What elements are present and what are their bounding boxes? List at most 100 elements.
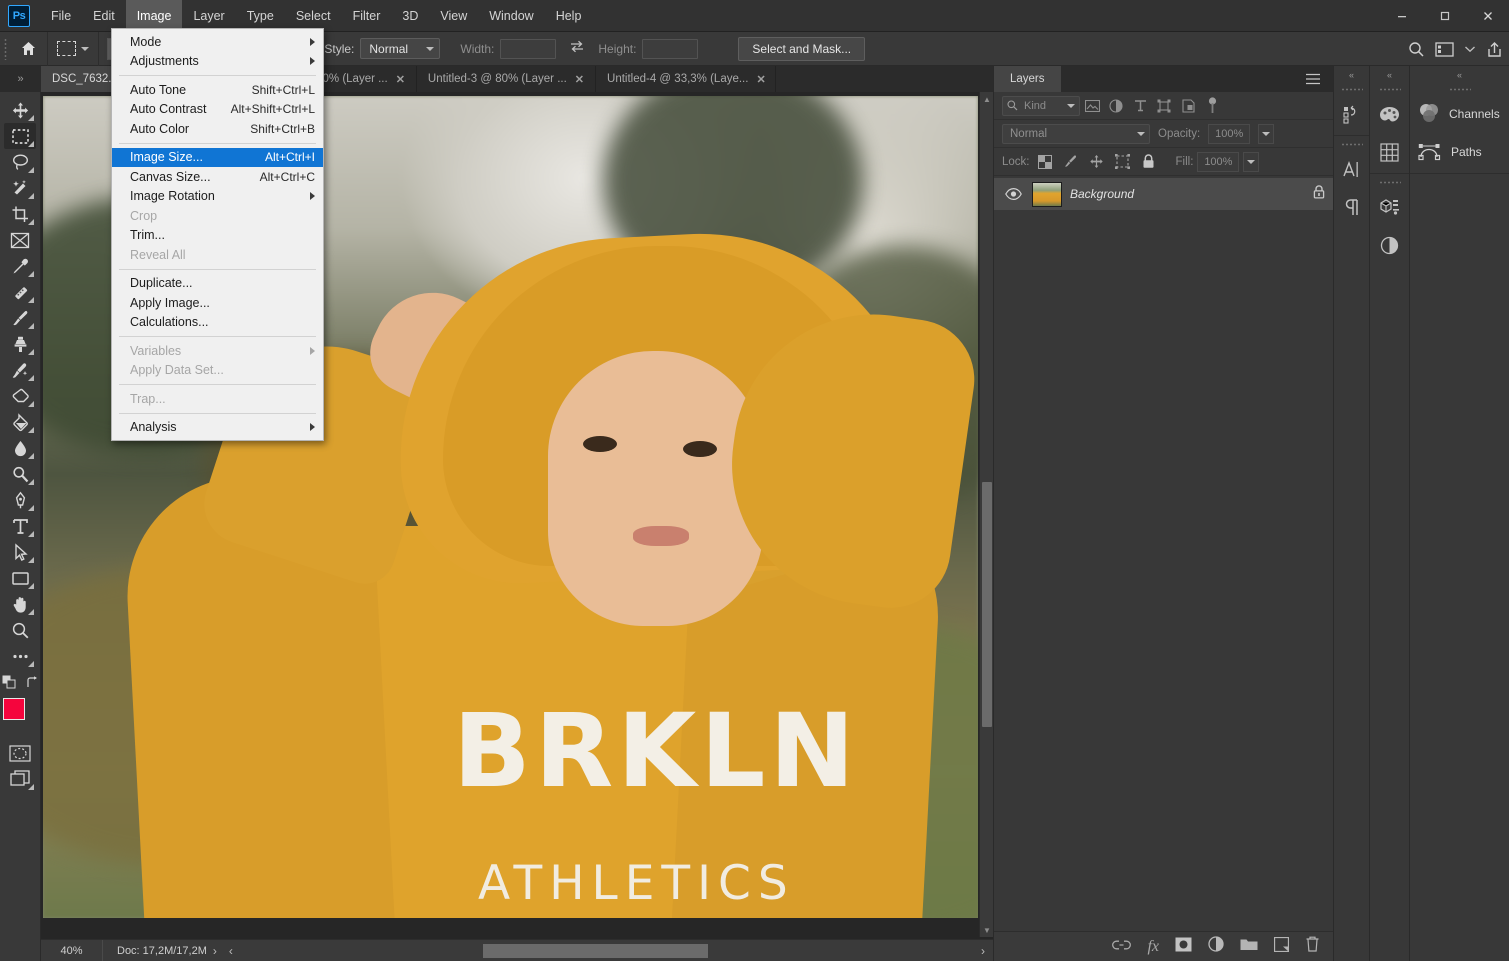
lock-artboard-nesting-icon[interactable] (1112, 152, 1134, 172)
close-icon[interactable] (1466, 0, 1509, 32)
new-adjustment-layer-icon[interactable] (1208, 936, 1224, 957)
canvas-vertical-scrollbar[interactable]: ▲ ▼ (979, 92, 993, 937)
image-menu-dropdown[interactable]: ModeAdjustmentsAuto ToneShift+Ctrl+LAuto… (111, 28, 324, 441)
close-icon[interactable]: ✕ (756, 73, 765, 86)
status-prev-icon[interactable]: ‹ (223, 944, 239, 958)
chevron-down-icon[interactable] (1464, 45, 1476, 53)
menu-help[interactable]: Help (545, 0, 593, 32)
menu-file[interactable]: File (40, 0, 82, 32)
frame-tool[interactable] (4, 227, 36, 253)
share-icon[interactable] (1486, 41, 1503, 58)
add-layer-style-icon[interactable]: fx (1147, 938, 1159, 956)
pen-tool[interactable] (4, 487, 36, 513)
menu-filter[interactable]: Filter (342, 0, 392, 32)
zoom-tool[interactable] (4, 617, 36, 643)
tab-bar-expand-icon[interactable]: » (0, 66, 41, 92)
history-icon[interactable] (1334, 95, 1369, 133)
quick-mask-icon[interactable] (4, 740, 36, 766)
eyedropper-tool[interactable] (4, 253, 36, 279)
hand-tool[interactable] (4, 591, 36, 617)
paragraph-icon[interactable] (1334, 188, 1369, 226)
blur-tool[interactable] (4, 435, 36, 461)
menu-window[interactable]: Window (478, 0, 544, 32)
search-icon[interactable] (1408, 41, 1425, 58)
brush-tool[interactable] (4, 305, 36, 331)
menu-item-auto-contrast[interactable]: Auto ContrastAlt+Shift+Ctrl+L (112, 100, 323, 120)
menu-edit[interactable]: Edit (82, 0, 126, 32)
scrollbar-thumb[interactable] (982, 482, 992, 727)
blend-mode-select[interactable]: Normal (1002, 124, 1150, 144)
menu-item-adjustments[interactable]: Adjustments (112, 52, 323, 72)
height-input[interactable] (642, 39, 698, 59)
adjustment-layer-filter-icon[interactable] (1104, 96, 1128, 116)
menu-item-auto-color[interactable]: Auto ColorShift+Ctrl+B (112, 119, 323, 139)
lasso-tool[interactable] (4, 149, 36, 175)
fill-slider-toggle[interactable] (1243, 152, 1259, 172)
width-input[interactable] (500, 39, 556, 59)
lock-position-icon[interactable] (1086, 152, 1108, 172)
move-tool[interactable] (4, 97, 36, 123)
panel-paths[interactable]: Paths (1410, 133, 1509, 171)
crop-tool[interactable] (4, 201, 36, 227)
menu-item-duplicate[interactable]: Duplicate... (112, 274, 323, 294)
filter-toggle-icon[interactable] (1200, 96, 1224, 116)
new-layer-icon[interactable] (1274, 937, 1289, 957)
3d-properties-icon[interactable] (1370, 188, 1409, 226)
menu-item-calculations[interactable]: Calculations... (112, 313, 323, 333)
collapse-panel-icon[interactable]: « (1370, 66, 1409, 83)
dodge-tool[interactable] (4, 461, 36, 487)
adjustments-icon[interactable] (1370, 226, 1409, 264)
layer-row-background[interactable]: Background (994, 178, 1333, 210)
path-selection-tool[interactable] (4, 539, 36, 565)
shape-layer-filter-icon[interactable] (1152, 96, 1176, 116)
swap-colors-icon[interactable] (26, 676, 39, 694)
menu-3d[interactable]: 3D (391, 0, 429, 32)
menu-item-analysis[interactable]: Analysis (112, 418, 323, 438)
spot-healing-brush-tool[interactable] (4, 279, 36, 305)
type-layer-filter-icon[interactable] (1128, 96, 1152, 116)
new-group-icon[interactable] (1240, 937, 1258, 956)
lock-image-pixels-icon[interactable] (1060, 152, 1082, 172)
select-and-mask-button[interactable]: Select and Mask... (738, 37, 865, 61)
lock-all-icon[interactable] (1138, 152, 1160, 172)
gradient-tool[interactable] (4, 409, 36, 435)
rectangular-marquee-tool[interactable] (4, 123, 36, 149)
opacity-value[interactable]: 100% (1208, 124, 1250, 144)
canvas-horizontal-scrollbar[interactable] (293, 944, 983, 958)
active-tool-preset[interactable] (48, 32, 99, 66)
pixel-layer-filter-icon[interactable] (1080, 96, 1104, 116)
history-brush-tool[interactable] (4, 357, 36, 383)
menu-item-canvas-size[interactable]: Canvas Size...Alt+Ctrl+C (112, 167, 323, 187)
minimize-button[interactable] (1380, 0, 1423, 32)
clone-stamp-tool[interactable] (4, 331, 36, 357)
scrollbar-thumb[interactable] (483, 944, 708, 958)
panel-menu-icon[interactable] (1305, 66, 1333, 92)
layer-kind-filter[interactable]: Kind (1002, 96, 1080, 116)
swap-width-height-icon[interactable] (566, 39, 588, 58)
collapse-panel-icon[interactable]: « (1334, 66, 1369, 83)
close-icon[interactable]: ✕ (396, 73, 405, 86)
eraser-tool[interactable] (4, 383, 36, 409)
menu-image[interactable]: Image (126, 0, 183, 32)
foreground-color-swatch[interactable] (3, 698, 25, 720)
pattern-grid-icon[interactable] (1370, 133, 1409, 171)
home-icon[interactable] (10, 32, 48, 66)
zoom-level[interactable]: 40% (41, 940, 103, 961)
rectangle-tool[interactable] (4, 565, 36, 591)
screen-mode-icon[interactable] (4, 766, 36, 792)
add-layer-mask-icon[interactable] (1175, 937, 1192, 957)
maximize-button[interactable] (1423, 0, 1466, 32)
layer-visibility-icon[interactable] (1002, 188, 1024, 200)
tab-layers[interactable]: Layers (994, 66, 1061, 92)
chevron-down-icon[interactable] (81, 47, 89, 51)
layer-name[interactable]: Background (1070, 187, 1305, 201)
tab-untitled-4[interactable]: Untitled-4 @ 33,3% (Laye... ✕ (596, 66, 776, 92)
style-select[interactable]: Normal (360, 38, 440, 59)
menu-view[interactable]: View (429, 0, 478, 32)
fill-value[interactable]: 100% (1197, 152, 1239, 172)
options-bar-grip[interactable] (0, 32, 10, 66)
status-scroll-right-icon[interactable]: › (975, 944, 991, 958)
menu-item-image-rotation[interactable]: Image Rotation (112, 187, 323, 207)
menu-type[interactable]: Type (236, 0, 285, 32)
type-tool[interactable] (4, 513, 36, 539)
